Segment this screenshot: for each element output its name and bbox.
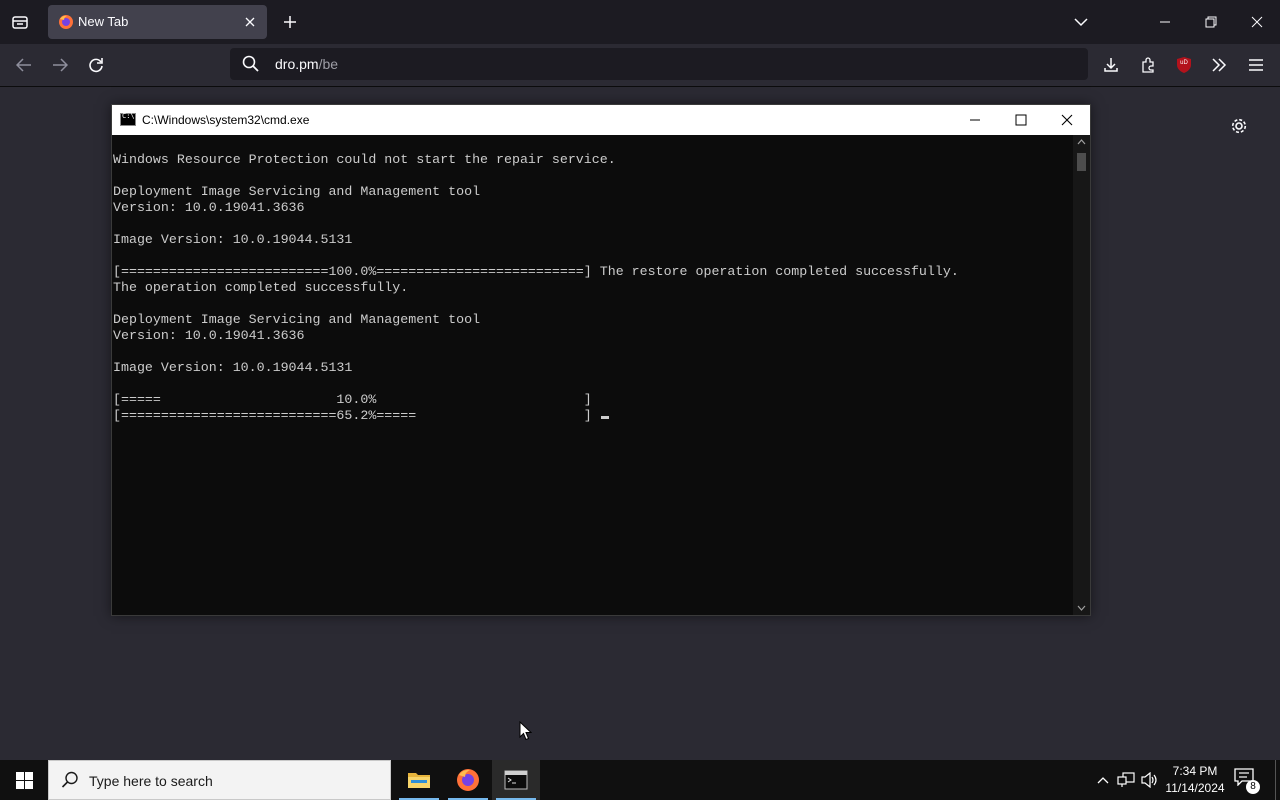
extensions-icon[interactable] (1134, 51, 1162, 79)
cmd-window-title: C:\Windows\system32\cmd.exe (142, 113, 310, 127)
tab-list-icon[interactable] (8, 10, 32, 34)
show-desktop-button[interactable] (1275, 760, 1280, 800)
forward-arrow-icon[interactable] (46, 51, 74, 79)
console-line: [===== 10.0% ] (113, 392, 592, 407)
cmd-window[interactable]: C:\Windows\system32\cmd.exe Windows Reso… (111, 104, 1091, 616)
gear-icon[interactable] (1227, 114, 1251, 138)
window-close-icon[interactable] (1234, 0, 1280, 44)
browser-tab-strip: New Tab (0, 0, 1280, 44)
network-icon[interactable] (1116, 770, 1136, 790)
ublock-badge-text: uD (1180, 60, 1188, 66)
ublock-origin-icon[interactable]: uD (1170, 51, 1198, 79)
back-arrow-icon[interactable] (10, 51, 38, 79)
scroll-up-arrow-icon[interactable] (1073, 135, 1090, 149)
window-restore-icon[interactable] (1188, 0, 1234, 44)
console-line: [===========================65.2%===== ] (113, 408, 600, 423)
console-line: Version: 10.0.19041.3636 (113, 328, 305, 343)
windows-taskbar: Type here to search 7:34 PM 11/14/2024 8 (0, 760, 1280, 800)
url-path: /be (318, 56, 339, 72)
console-text: Windows Resource Protection could not st… (113, 152, 959, 424)
console-cursor (600, 416, 609, 419)
cmd-maximize-icon[interactable] (998, 105, 1044, 135)
cmd-minimize-icon[interactable] (952, 105, 998, 135)
console-line: [==========================100.0%=======… (113, 264, 959, 279)
clock-time: 7:34 PM (1172, 764, 1218, 778)
console-line: Deployment Image Servicing and Managemen… (113, 312, 481, 327)
window-minimize-icon[interactable] (1142, 0, 1188, 44)
volume-icon[interactable] (1140, 770, 1160, 790)
tab-new-tab[interactable]: New Tab (48, 5, 267, 39)
navigation-toolbar: dro.pm/be uD (0, 44, 1280, 87)
cmd-titlebar[interactable]: C:\Windows\system32\cmd.exe (112, 105, 1090, 135)
tray-chevron-up-icon[interactable] (1093, 770, 1113, 790)
clock-date: 11/14/2024 (1165, 781, 1225, 795)
firefox-icon (58, 14, 74, 30)
scroll-thumb[interactable] (1077, 153, 1086, 171)
firefox-taskbar-icon[interactable] (444, 760, 492, 800)
downloads-icon[interactable] (1097, 51, 1125, 79)
more-tools-chevron-icon[interactable] (1205, 51, 1233, 79)
reload-icon[interactable] (82, 51, 110, 79)
console-output[interactable]: Windows Resource Protection could not st… (113, 135, 1071, 613)
new-tab-plus-icon[interactable] (278, 10, 302, 34)
tab-title: New Tab (78, 14, 129, 29)
cmd-close-icon[interactable] (1044, 105, 1090, 135)
console-scrollbar[interactable] (1073, 135, 1090, 615)
address-bar[interactable]: dro.pm/be (230, 48, 1088, 80)
cmd-taskbar-icon[interactable] (492, 760, 540, 800)
notifications-icon[interactable]: 8 (1234, 768, 1260, 794)
cmd-app-icon (120, 112, 136, 126)
url-text: dro.pm/be (275, 56, 338, 72)
search-icon (242, 55, 260, 78)
scroll-down-arrow-icon[interactable] (1073, 601, 1090, 615)
taskbar-search-box[interactable]: Type here to search (48, 760, 391, 800)
menu-hamburger-icon[interactable] (1242, 51, 1270, 79)
search-icon (61, 771, 79, 794)
start-windows-icon[interactable] (0, 760, 48, 800)
console-line: The operation completed successfully. (113, 280, 409, 295)
chevron-down-icon[interactable] (1068, 10, 1094, 34)
close-tab-icon[interactable] (241, 13, 259, 31)
console-line: Image Version: 10.0.19044.5131 (113, 232, 353, 247)
file-explorer-icon[interactable] (395, 760, 443, 800)
mouse-pointer-icon (519, 720, 533, 746)
console-line: Windows Resource Protection could not st… (113, 152, 616, 167)
notification-count-badge: 8 (1246, 780, 1260, 794)
search-placeholder: Type here to search (89, 773, 213, 789)
console-line: Deployment Image Servicing and Managemen… (113, 184, 481, 199)
url-host: dro.pm (275, 56, 319, 72)
console-line: Version: 10.0.19041.3636 (113, 200, 305, 215)
taskbar-clock[interactable]: 7:34 PM 11/14/2024 (1160, 763, 1230, 797)
console-line: Image Version: 10.0.19044.5131 (113, 360, 353, 375)
